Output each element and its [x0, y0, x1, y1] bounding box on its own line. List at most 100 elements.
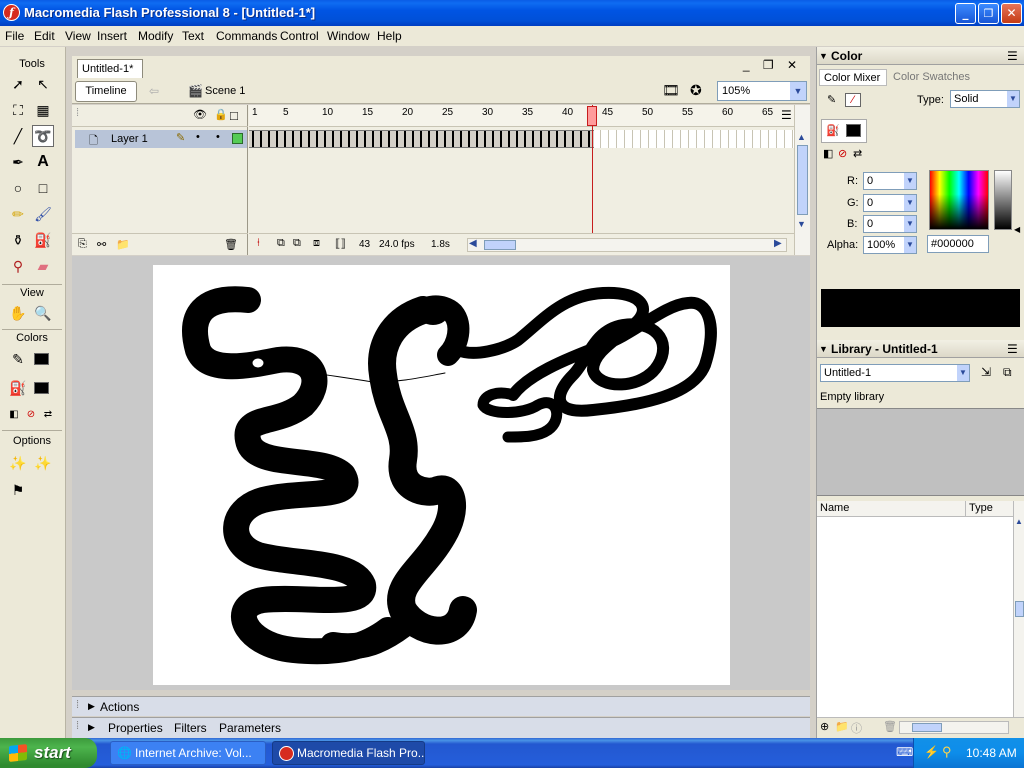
panel-options-icon[interactable]: ☰ — [1007, 340, 1018, 358]
gradient-transform-tool-icon[interactable]: ▦ — [32, 99, 54, 121]
eyedropper-tool-icon[interactable]: ⚲ — [7, 255, 29, 277]
onion-skin-icon[interactable]: ⧉ — [277, 237, 285, 250]
menu-commands[interactable]: Commands — [216, 28, 277, 44]
start-button[interactable]: start — [0, 738, 97, 768]
delete-item-icon[interactable]: 🗑 — [883, 720, 897, 733]
color-spectrum[interactable] — [929, 170, 989, 230]
swap-colors-icon[interactable]: ⇄ — [853, 147, 862, 160]
type-column-header[interactable]: Type — [969, 502, 993, 514]
magic-wand-icon[interactable]: ✨ — [7, 452, 29, 474]
library-vscroll[interactable]: ▲ — [1013, 501, 1024, 717]
color-panel-header[interactable]: ▼ Color ☰ — [817, 47, 1024, 65]
scroll-thumb[interactable] — [797, 145, 808, 215]
name-column-header[interactable]: Name — [820, 502, 849, 514]
timeline-toggle-button[interactable]: Timeline — [75, 81, 137, 102]
panel-options-icon[interactable]: ☰ — [1007, 47, 1018, 65]
tab-color-swatches[interactable]: Color Swatches — [893, 69, 970, 86]
keyboard-icon[interactable]: ⌨ — [896, 745, 913, 759]
new-library-panel-icon[interactable]: ⧉ — [1003, 365, 1012, 380]
edit-symbols-icon[interactable]: ✪ — [690, 82, 702, 99]
actions-panel-header[interactable]: ⁞ ▶ Actions — [72, 696, 810, 716]
menu-control[interactable]: Control — [280, 28, 319, 44]
visibility-dot-icon[interactable]: • — [196, 131, 200, 143]
edit-scene-icon[interactable]: 🎞 — [662, 82, 680, 99]
outline-icon[interactable]: □ — [230, 108, 238, 123]
insert-folder-icon[interactable]: 📁 — [116, 238, 130, 251]
properties-tab[interactable]: Properties — [108, 721, 163, 735]
g-field[interactable]: 0 ▼ — [863, 194, 917, 212]
clock[interactable]: 10:48 AM — [966, 746, 1017, 760]
parameters-tab[interactable]: Parameters — [219, 721, 281, 735]
chevron-down-icon[interactable]: ▼ — [790, 82, 806, 100]
brightness-slider[interactable] — [994, 170, 1012, 230]
scroll-up-icon[interactable]: ▲ — [1015, 517, 1023, 526]
b-field[interactable]: 0 ▼ — [863, 215, 917, 233]
line-tool-icon[interactable]: ╱ — [7, 125, 29, 147]
hand-tool-icon[interactable]: ✋ — [7, 302, 29, 324]
stroke-color-swatch[interactable] — [34, 353, 49, 365]
back-arrow-icon[interactable]: ⇦ — [149, 84, 159, 98]
alpha-field[interactable]: 100% ▼ — [863, 236, 917, 254]
frame-ruler[interactable]: 1 5 10 15 20 25 30 35 40 45 50 55 60 65 … — [249, 105, 794, 127]
rectangle-tool-icon[interactable]: □ — [32, 177, 54, 199]
scroll-left-icon[interactable]: ◀ — [469, 238, 477, 249]
menu-view[interactable]: View — [65, 28, 91, 44]
modify-onion-markers-icon[interactable]: ⟦⟧ — [335, 237, 346, 250]
menu-help[interactable]: Help — [377, 28, 402, 44]
document-tab[interactable]: Untitled-1* — [77, 59, 143, 78]
text-tool-icon[interactable]: A — [32, 151, 54, 173]
brush-tool-icon[interactable]: 🖌 — [32, 203, 54, 225]
taskbar-item-browser[interactable]: 🌐 Internet Archive: Vol... — [110, 741, 266, 765]
pin-library-icon[interactable]: ⇲ — [981, 365, 991, 379]
ink-bottle-tool-icon[interactable]: ⚱ — [7, 229, 29, 251]
properties-panel-header[interactable]: ⁞ ▶ Properties Filters Parameters — [72, 717, 810, 738]
expand-arrow-icon[interactable]: ▶ — [88, 722, 95, 733]
library-hscroll[interactable] — [899, 721, 1009, 734]
frame-rate[interactable]: 24.0 fps — [379, 239, 415, 250]
timeline-vscroll[interactable]: ▲ ▼ — [794, 105, 810, 255]
fill-color-swatch[interactable] — [34, 382, 49, 394]
keyframe-span[interactable] — [249, 130, 594, 148]
lock-dot-icon[interactable]: • — [216, 131, 220, 143]
selection-tool-icon[interactable]: ➚ — [7, 73, 29, 95]
close-button[interactable]: ✕ — [1001, 3, 1022, 24]
new-symbol-icon[interactable]: ⊕ — [820, 720, 829, 733]
filters-tab[interactable]: Filters — [174, 721, 207, 735]
paint-bucket-tool-icon[interactable]: ⛽ — [32, 229, 54, 251]
scroll-thumb[interactable] — [484, 240, 516, 250]
menu-window[interactable]: Window — [327, 28, 370, 44]
scene-label[interactable]: Scene 1 — [205, 85, 245, 97]
black-white-icon[interactable]: ◧ — [823, 147, 833, 160]
search-icon[interactable]: ⚲ — [942, 744, 952, 760]
center-frame-icon[interactable]: ⍿ — [257, 237, 260, 250]
zoom-dropdown[interactable]: 105% ▼ — [717, 81, 807, 101]
fill-selector[interactable]: ⛽ — [821, 119, 867, 143]
menu-text[interactable]: Text — [182, 28, 204, 44]
layer-name[interactable]: Layer 1 — [111, 133, 148, 145]
taskbar-item-flash[interactable]: Macromedia Flash Pro... — [272, 741, 425, 765]
hex-field[interactable]: #000000 — [927, 235, 989, 253]
chevron-down-icon[interactable]: ▼ — [904, 237, 916, 253]
stage-canvas[interactable] — [153, 265, 730, 685]
network-icon[interactable]: ⚡ — [924, 745, 939, 759]
eraser-tool-icon[interactable]: ▰ — [32, 255, 54, 277]
menu-insert[interactable]: Insert — [97, 28, 127, 44]
oval-tool-icon[interactable]: ○ — [7, 177, 29, 199]
eye-icon[interactable]: 👁 — [193, 108, 207, 121]
pencil-tool-icon[interactable]: ✏ — [7, 203, 29, 225]
chevron-down-icon[interactable]: ▼ — [904, 195, 916, 211]
zoom-tool-icon[interactable]: 🔍 — [32, 302, 54, 324]
chevron-down-icon[interactable]: ▼ — [904, 216, 916, 232]
scroll-down-icon[interactable]: ▼ — [797, 219, 806, 229]
layer-row[interactable]: 🗋 Layer 1 ✎ • • — [75, 130, 247, 148]
flash-app-icon[interactable]: ƒ — [3, 4, 20, 21]
no-color-icon[interactable]: ⊘ — [838, 147, 847, 160]
lock-icon[interactable]: 🔒 — [214, 108, 228, 121]
swap-colors-icon[interactable]: ⇄ — [37, 403, 59, 425]
scroll-thumb[interactable] — [912, 723, 942, 732]
outline-color-icon[interactable] — [232, 133, 243, 144]
r-field[interactable]: 0 ▼ — [863, 172, 917, 190]
onion-skin-outlines-icon[interactable]: ⧉ — [293, 237, 301, 250]
properties-icon[interactable]: ⓘ — [851, 720, 862, 736]
new-folder-icon[interactable]: 📁 — [835, 720, 849, 733]
